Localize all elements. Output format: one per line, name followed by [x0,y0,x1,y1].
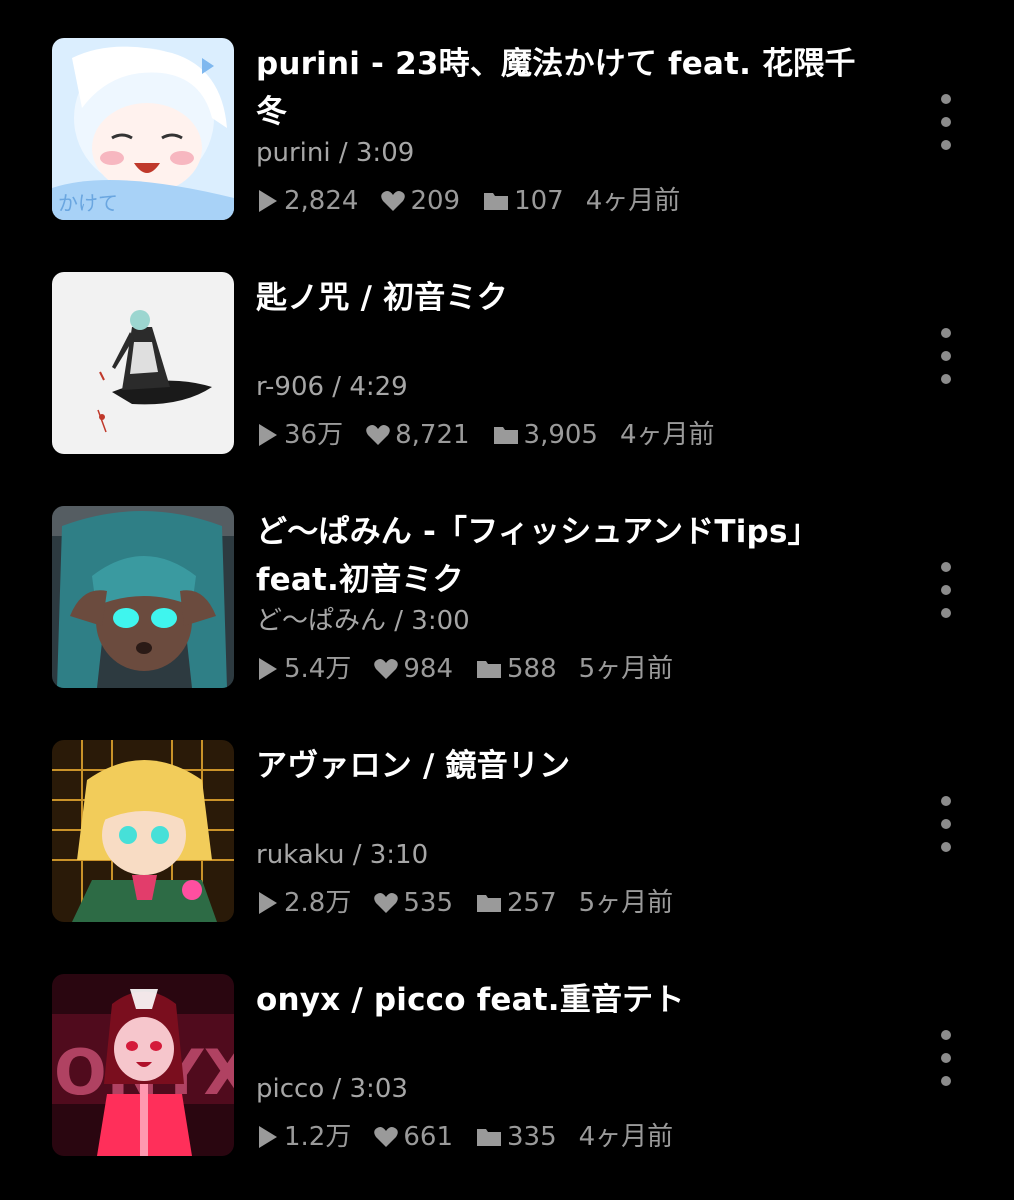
play-count-value: 2.8万 [284,888,352,918]
video-stats: 2,824 209 107 4ヶ月前 [256,184,702,218]
video-info: アヴァロン / 鏡音リン rukaku / 3:10 2.8万 535 257 … [256,740,876,922]
heart-icon [374,893,399,913]
play-icon [259,1126,277,1148]
thumbnail-image-teal-hair-girl [52,506,234,688]
posted-time: 4ヶ月前 [619,420,715,450]
video-author-duration: picco / 3:03 [256,1074,408,1104]
mylist-count: 335 [475,1120,557,1154]
more-vertical-icon[interactable] [926,562,966,632]
mylist-count-value: 335 [507,1122,557,1152]
video-thumbnail[interactable]: かけて [52,38,234,220]
like-count: 984 [373,652,453,686]
thumbnail-image-anime-girl-white-hair: かけて [52,38,234,220]
mylist-count: 588 [475,652,557,686]
folder-icon [477,661,501,678]
more-vertical-icon[interactable] [926,796,966,866]
video-title[interactable]: purini - 23時、魔法かけて feat. 花隈千冬 [256,40,866,136]
like-count: 535 [373,886,453,920]
folder-icon [484,193,509,210]
video-author-duration: r-906 / 4:29 [256,372,408,402]
play-icon [259,424,277,446]
video-stats: 2.8万 535 257 5ヶ月前 [256,886,695,920]
video-info: 匙ノ咒 / 初音ミク r-906 / 4:29 36万 8,721 3,905 … [256,272,876,454]
play-count-value: 1.2万 [284,1122,352,1152]
like-count-value: 661 [403,1122,453,1152]
play-count: 2,824 [256,184,358,218]
heart-icon [374,659,399,679]
video-thumbnail[interactable] [52,740,234,922]
like-count: 8,721 [365,418,470,452]
heart-icon [366,425,390,445]
video-author-duration: purini / 3:09 [256,138,415,168]
video-thumbnail[interactable] [52,272,234,454]
folder-icon [477,895,501,912]
folder-icon [493,427,518,444]
video-item[interactable]: かけて purini - 23時、魔法かけて feat. 花隈千冬 purini… [0,38,1014,220]
posted-time: 4ヶ月前 [585,186,681,216]
play-count: 5.4万 [256,652,351,686]
like-count-value: 535 [403,888,453,918]
play-count-value: 36万 [284,420,344,450]
more-vertical-icon[interactable] [926,94,966,164]
more-vertical-icon[interactable] [926,1030,966,1100]
mylist-count: 257 [475,886,557,920]
video-title[interactable]: ど〜ぱみん -「フィッシュアンドTips」feat.初音ミク [256,508,866,604]
video-stats: 36万 8,721 3,905 4ヶ月前 [256,418,737,452]
video-thumbnail[interactable] [52,506,234,688]
thumbnail-image-blonde-girl-neon-grid [52,740,234,922]
play-icon [259,658,277,680]
play-count: 1.2万 [256,1120,351,1154]
mylist-count-value: 107 [514,186,564,216]
play-icon [259,190,277,212]
video-info: purini - 23時、魔法かけて feat. 花隈千冬 purini / 3… [256,38,876,220]
like-count-value: 984 [403,654,453,684]
play-count: 36万 [256,418,343,452]
thumbnail-image-red-neon-girl: ONYX [52,974,234,1156]
video-list: かけて purini - 23時、魔法かけて feat. 花隈千冬 purini… [0,0,1014,1200]
posted-time: 5ヶ月前 [578,654,674,684]
like-count: 661 [373,1120,453,1154]
video-stats: 1.2万 661 335 4ヶ月前 [256,1120,695,1154]
video-item[interactable]: ONYX onyx / picco feat.重音テト picco / 3:03… [0,974,1014,1156]
mylist-count: 3,905 [492,418,598,452]
video-info: onyx / picco feat.重音テト picco / 3:03 1.2万… [256,974,876,1156]
posted-time: 5ヶ月前 [578,888,674,918]
video-thumbnail[interactable]: ONYX [52,974,234,1156]
video-author-duration: ど〜ぱみん / 3:00 [256,606,470,636]
like-count-value: 209 [410,186,461,216]
like-count: 209 [380,184,460,218]
video-title[interactable]: onyx / picco feat.重音テト [256,976,866,1024]
video-item[interactable]: アヴァロン / 鏡音リン rukaku / 3:10 2.8万 535 257 … [0,740,1014,922]
more-vertical-icon[interactable] [926,328,966,398]
mylist-count: 107 [482,184,564,218]
play-icon [259,892,277,914]
thumbnail-image-maid-figure [52,272,234,454]
mylist-count-value: 3,905 [523,420,598,450]
video-item[interactable]: 匙ノ咒 / 初音ミク r-906 / 4:29 36万 8,721 3,905 … [0,272,1014,454]
video-title[interactable]: 匙ノ咒 / 初音ミク [256,274,866,322]
video-author-duration: rukaku / 3:10 [256,840,429,870]
folder-icon [477,1129,501,1146]
video-info: ど〜ぱみん -「フィッシュアンドTips」feat.初音ミク ど〜ぱみん / 3… [256,506,876,688]
video-title[interactable]: アヴァロン / 鏡音リン [256,742,866,790]
thumbnail-text: かけて [58,191,118,215]
play-count: 2.8万 [256,886,351,920]
video-item[interactable]: ど〜ぱみん -「フィッシュアンドTips」feat.初音ミク ど〜ぱみん / 3… [0,506,1014,688]
mylist-count-value: 588 [507,654,557,684]
play-count-value: 5.4万 [284,654,352,684]
video-stats: 5.4万 984 588 5ヶ月前 [256,652,695,686]
heart-icon [381,191,406,211]
like-count-value: 8,721 [395,420,470,450]
play-count-value: 2,824 [284,186,359,216]
posted-time: 4ヶ月前 [578,1122,674,1152]
mylist-count-value: 257 [507,888,557,918]
heart-icon [374,1127,399,1147]
